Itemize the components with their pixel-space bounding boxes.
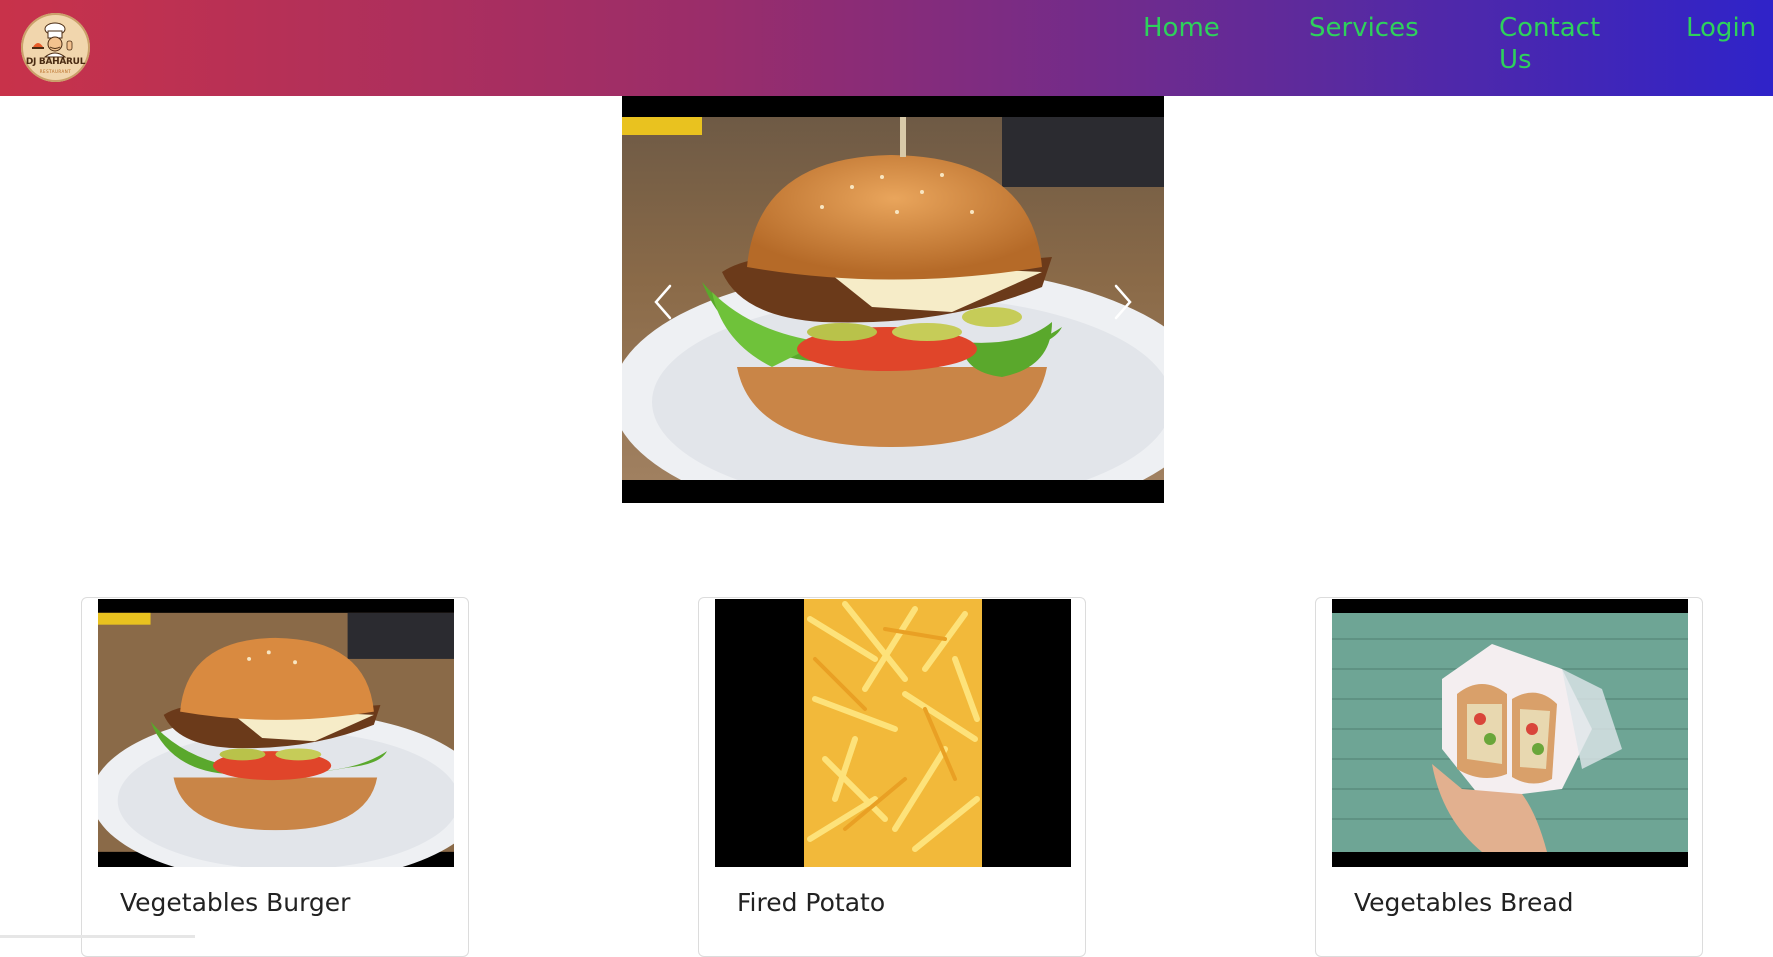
nav-link-home[interactable]: Home [1143,12,1220,44]
nav-link-login[interactable]: Login [1686,12,1756,44]
menu-card-bread[interactable]: Vegetables Bread [1315,597,1703,957]
menu-card-potato[interactable]: Fired Potato [698,597,1086,957]
wrap-photo [1332,599,1688,867]
carousel-prev-button[interactable] [648,282,678,322]
burger-photo [98,599,454,867]
chevron-right-icon [1114,284,1132,320]
brand-logo[interactable]: DJ BAHARUL RESTAURANT [21,13,90,82]
nav-link-contact[interactable]: Contact Us [1499,12,1609,76]
carousel-next-button[interactable] [1108,282,1138,322]
brand-logo-subtext: RESTAURANT [39,69,72,74]
menu-card-burger[interactable]: Vegetables Burger [81,597,469,957]
card-title-potato: Fired Potato [737,888,886,917]
fries-photo [715,599,1071,867]
navbar: DJ BAHARUL RESTAURANT Home Services Cont… [0,0,1773,96]
hero-carousel[interactable] [622,96,1164,503]
card-image-bread [1332,599,1688,867]
card-image-burger [98,599,454,867]
chevron-left-icon [654,284,672,320]
carousel-slide-burger-image [622,117,1164,480]
card-title-burger: Vegetables Burger [120,888,351,917]
card-image-potato [715,599,1071,867]
nav-link-services[interactable]: Services [1309,12,1419,44]
card-title-bread: Vegetables Bread [1354,888,1574,917]
brand-logo-text: DJ BAHARUL [25,57,86,67]
